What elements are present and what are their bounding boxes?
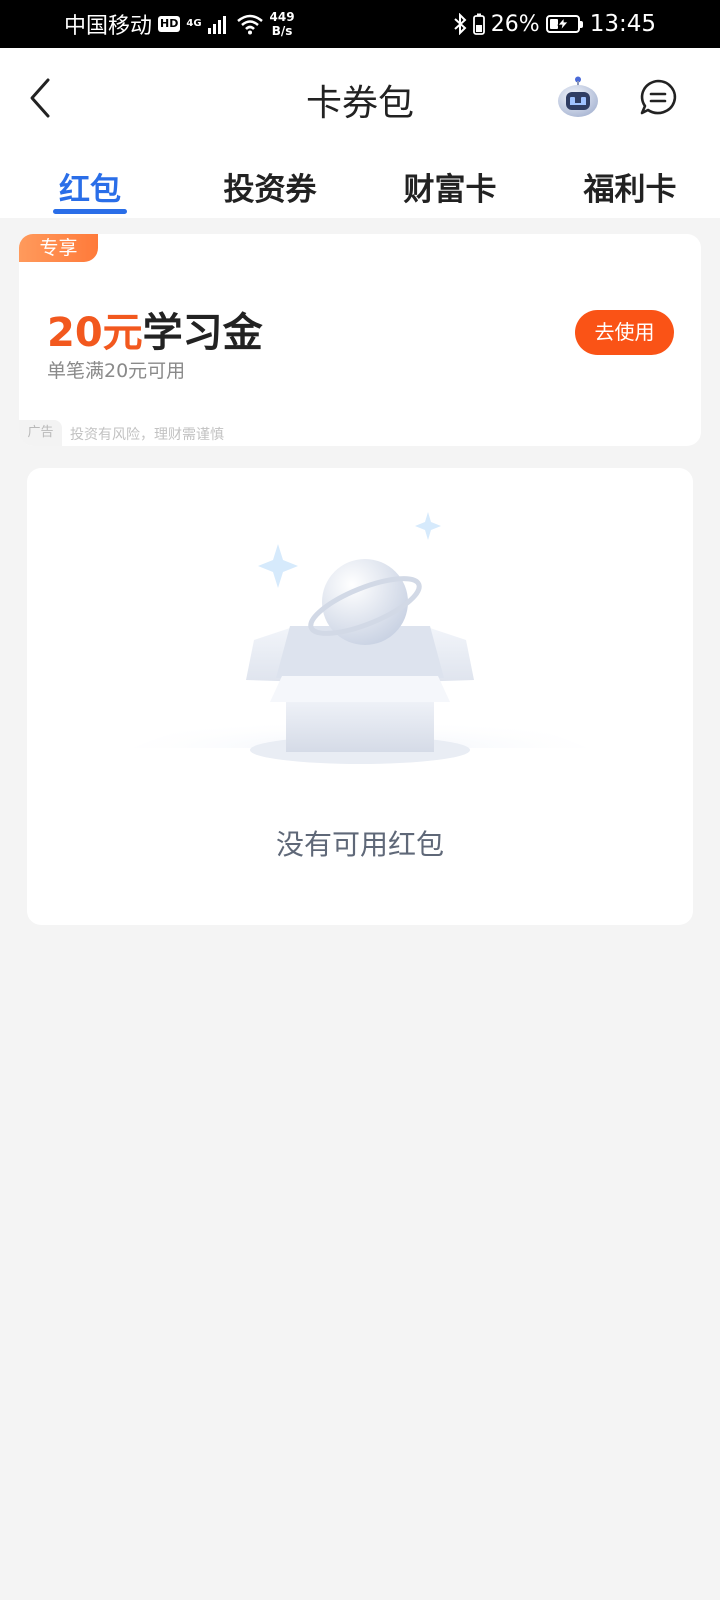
battery-percent: 26% (490, 11, 540, 37)
coupon-amount: 20元 (47, 310, 143, 356)
robot-assistant-icon (558, 76, 598, 117)
empty-box-planet-illustration (132, 512, 588, 764)
carrier-name: 中国移动 (64, 14, 153, 39)
net-speed: 449 B/s (270, 10, 295, 38)
coupon-condition: 单笔满20元可用 (47, 360, 186, 382)
tab-investment-coupon[interactable]: 投资券 (205, 164, 335, 209)
charging-bolt-icon (556, 18, 569, 30)
coupon-title: 20元学习金 (47, 300, 263, 358)
network-type: 4G (186, 18, 202, 29)
status-bar: 中国移动 HD 4G 449 B/s 26% 13:45 (0, 0, 720, 48)
hd-badge: HD (158, 16, 181, 32)
phone-battery-icon (472, 13, 485, 35)
robot-assistant-button[interactable] (556, 76, 600, 120)
empty-state-message: 没有可用红包 (275, 828, 444, 861)
exclusive-tag: 专享 (19, 234, 98, 262)
coupon-name: 学习金 (142, 310, 263, 356)
clock-time: 13:45 (589, 11, 656, 37)
net-speed-unit: B/s (271, 24, 293, 38)
nav-bar: 卡券包 (0, 48, 720, 148)
tab-bar: 红包 投资券 财富卡 福利卡 (0, 148, 720, 218)
status-bar-right: 26% 13:45 (453, 11, 656, 37)
wifi-icon (236, 14, 263, 35)
page-title: 卡券包 (305, 83, 414, 124)
active-tab-indicator (53, 209, 127, 214)
ad-tag: 广告 (19, 420, 62, 446)
bluetooth-icon (454, 13, 467, 35)
battery-icon (545, 15, 583, 33)
status-bar-left: 中国移动 HD 4G 449 B/s (64, 8, 295, 40)
empty-state-card: 没有可用红包 (27, 468, 693, 925)
net-speed-value: 449 (269, 10, 295, 24)
risk-disclaimer: 投资有风险，理财需谨慎 (70, 427, 224, 443)
tab-red-packet[interactable]: 红包 (25, 164, 155, 209)
use-coupon-button[interactable]: 去使用 (575, 310, 674, 355)
message-icon (640, 79, 677, 115)
signal-icon (207, 16, 226, 34)
message-button[interactable] (638, 78, 678, 118)
tab-wealth-card[interactable]: 财富卡 (385, 164, 515, 209)
coupon-card[interactable]: 专享 20元学习金 单笔满20元可用 去使用 广告 投资有风险，理财需谨慎 (19, 234, 701, 446)
tab-welfare-card[interactable]: 福利卡 (565, 164, 695, 209)
